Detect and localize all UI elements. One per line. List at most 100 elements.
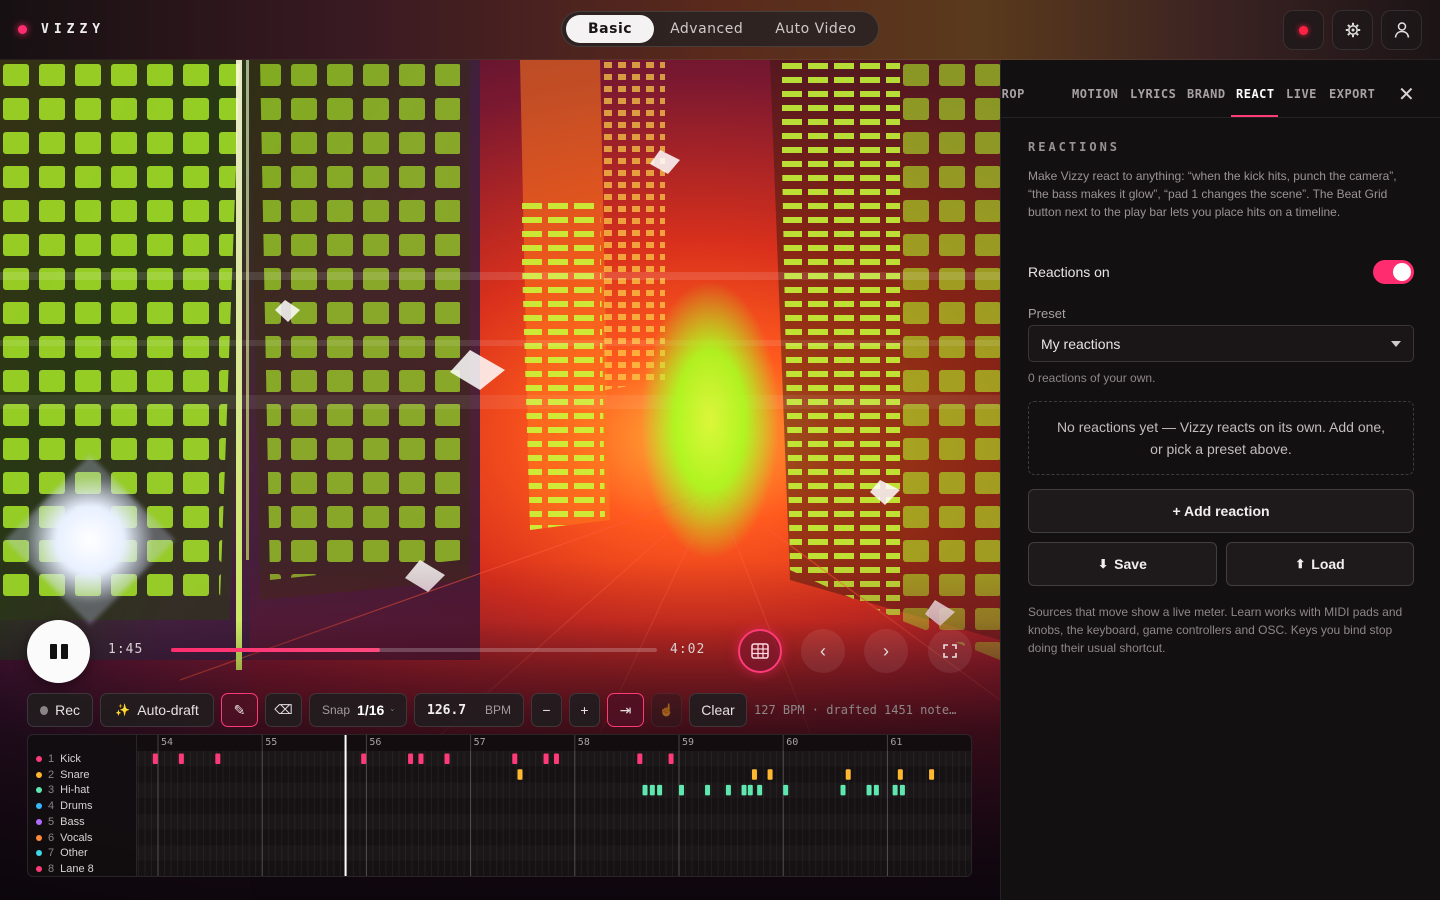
brand: VIZZY: [18, 22, 105, 37]
reactions-toggle[interactable]: [1373, 260, 1414, 284]
footer-help-text: Sources that move show a live meter. Lea…: [1028, 605, 1403, 655]
beat-note: [840, 784, 846, 796]
lane-row[interactable]: 2 Snare: [36, 767, 89, 783]
lane-row[interactable]: 6 Vocals: [36, 830, 93, 846]
snap-select[interactable]: Snap 1/16: [309, 693, 407, 727]
brand-name: VIZZY: [41, 22, 106, 37]
pencil-tool-button[interactable]: ✎: [221, 693, 258, 727]
lane-name: Vocals: [60, 831, 93, 844]
lane-row[interactable]: 5 Bass: [36, 814, 85, 830]
beat-note: [543, 753, 549, 764]
bpm-decrease-button[interactable]: −: [531, 693, 562, 727]
beat-note: [512, 753, 518, 764]
empty-state: No reactions yet — Vizzy reacts on its o…: [1028, 401, 1414, 475]
lane-row[interactable]: 3 Hi-hat: [36, 782, 89, 798]
beat-note: [725, 784, 731, 796]
auto-draft-label: Auto-draft: [137, 702, 199, 718]
beat-note: [679, 784, 684, 796]
section-description: Make Vizzy react to anything: “when the …: [1028, 169, 1397, 219]
tab-export[interactable]: EXPORT: [1329, 87, 1375, 101]
tab-react[interactable]: REACT: [1236, 87, 1275, 101]
lane-row[interactable]: 1 Kick: [36, 751, 81, 767]
tab-brand[interactable]: BRAND: [1187, 87, 1226, 101]
add-reaction-button[interactable]: + Add reaction: [1028, 489, 1414, 533]
lane-name: Kick: [60, 753, 81, 765]
mode-auto-video-button[interactable]: Auto Video: [759, 15, 872, 43]
lane-number: 3: [48, 784, 55, 797]
load-button[interactable]: ⬆ Load: [1226, 542, 1414, 586]
settings-button[interactable]: [1332, 10, 1373, 50]
auto-draft-button[interactable]: ✨ Auto-draft: [100, 693, 214, 727]
fullscreen-button[interactable]: [928, 629, 972, 673]
gear-icon: [1345, 22, 1360, 38]
bar-number: 57: [474, 737, 486, 748]
jump-to-end-icon: ⇥: [619, 701, 632, 718]
snap-label: Snap: [322, 703, 351, 717]
lane-number: 7: [48, 847, 55, 860]
tab-live[interactable]: LIVE: [1286, 87, 1317, 101]
lane-name: Snare: [60, 768, 90, 781]
lane-color-dot: [36, 850, 42, 857]
account-button[interactable]: [1381, 10, 1422, 50]
settings-panel: BACKDROP MOTION LYRICS BRAND REACT LIVE …: [1000, 60, 1440, 900]
tab-backdrop[interactable]: BACKDROP: [1001, 87, 1025, 101]
beat-note: [642, 784, 648, 796]
beat-grid-canvas[interactable]: 54 55 56 57 58 59 60 61: [137, 735, 972, 877]
mode-advanced-button[interactable]: Advanced: [654, 15, 759, 43]
tab-lyrics[interactable]: LYRICS: [1130, 87, 1176, 101]
close-panel-icon[interactable]: ✕: [1398, 82, 1415, 107]
record-icon: [1299, 25, 1308, 35]
previous-button[interactable]: ‹: [801, 629, 845, 673]
light-beam: [246, 60, 249, 560]
beat-note: [152, 753, 158, 764]
beat-note: [873, 784, 879, 796]
lane-list: 1 Kick 2 Snare 3 Hi-hat 4 Drums 5 Bass 6 Vocals 7 Oth…: [28, 735, 137, 876]
beat-note: [215, 753, 221, 764]
preset-label: Preset: [1028, 306, 1066, 321]
rec-button[interactable]: Rec: [27, 693, 93, 727]
record-dot-icon: [40, 705, 49, 715]
lane-color-dot: [36, 818, 42, 825]
reactions-toggle-label: Reactions on: [1028, 264, 1110, 280]
pause-icon: [60, 644, 68, 659]
progress-bar[interactable]: [171, 648, 657, 652]
lane-color-dot: [36, 803, 42, 810]
bar-number: 61: [890, 737, 902, 748]
current-time: 1:45: [108, 642, 144, 657]
tab-motion[interactable]: MOTION: [1072, 87, 1118, 101]
progress-fill: [171, 648, 380, 652]
record-button[interactable]: [1283, 10, 1324, 50]
lane-row[interactable]: 8 Lane 8: [36, 861, 94, 876]
beat-note: [553, 753, 559, 764]
beat-note: [783, 784, 789, 796]
beat-status-text: 127 BPM · drafted 1451 note…: [754, 703, 957, 717]
beat-grid[interactable]: 1 Kick 2 Snare 3 Hi-hat 4 Drums 5 Bass 6 Vocals 7 Oth…: [27, 734, 972, 877]
save-button[interactable]: ⬇ Save: [1028, 542, 1217, 586]
mode-basic-button[interactable]: Basic: [566, 15, 655, 43]
beat-note: [866, 784, 872, 796]
bar-number: 56: [369, 737, 381, 748]
clear-button[interactable]: Clear: [689, 693, 747, 727]
erase-tool-button[interactable]: ⌫: [265, 693, 302, 727]
minus-icon: −: [542, 702, 551, 718]
download-icon: ⬇: [1098, 557, 1109, 571]
eraser-icon: ⌫: [274, 702, 293, 717]
bpm-unit: BPM: [484, 703, 511, 717]
lane-name: Lane 8: [60, 862, 94, 875]
beat-grid-icon: [751, 643, 769, 659]
follow-playhead-button[interactable]: ⇥: [607, 693, 644, 727]
user-icon: [1394, 22, 1409, 38]
beat-grid-button[interactable]: [738, 629, 782, 673]
bpm-value: 126.7: [427, 702, 467, 718]
lane-row[interactable]: 7 Other: [36, 845, 88, 861]
beat-note: [747, 784, 753, 796]
pencil-icon: ✎: [233, 701, 246, 718]
beat-note: [178, 753, 184, 764]
lane-row[interactable]: 4 Drums: [36, 798, 93, 814]
bpm-increase-button[interactable]: +: [569, 693, 600, 727]
preset-select[interactable]: My reactions: [1028, 325, 1414, 362]
pause-button[interactable]: [27, 620, 90, 683]
tap-tempo-button[interactable]: ☝: [651, 693, 682, 727]
bpm-field[interactable]: 126.7 BPM: [414, 693, 524, 727]
next-button[interactable]: ›: [864, 629, 908, 673]
